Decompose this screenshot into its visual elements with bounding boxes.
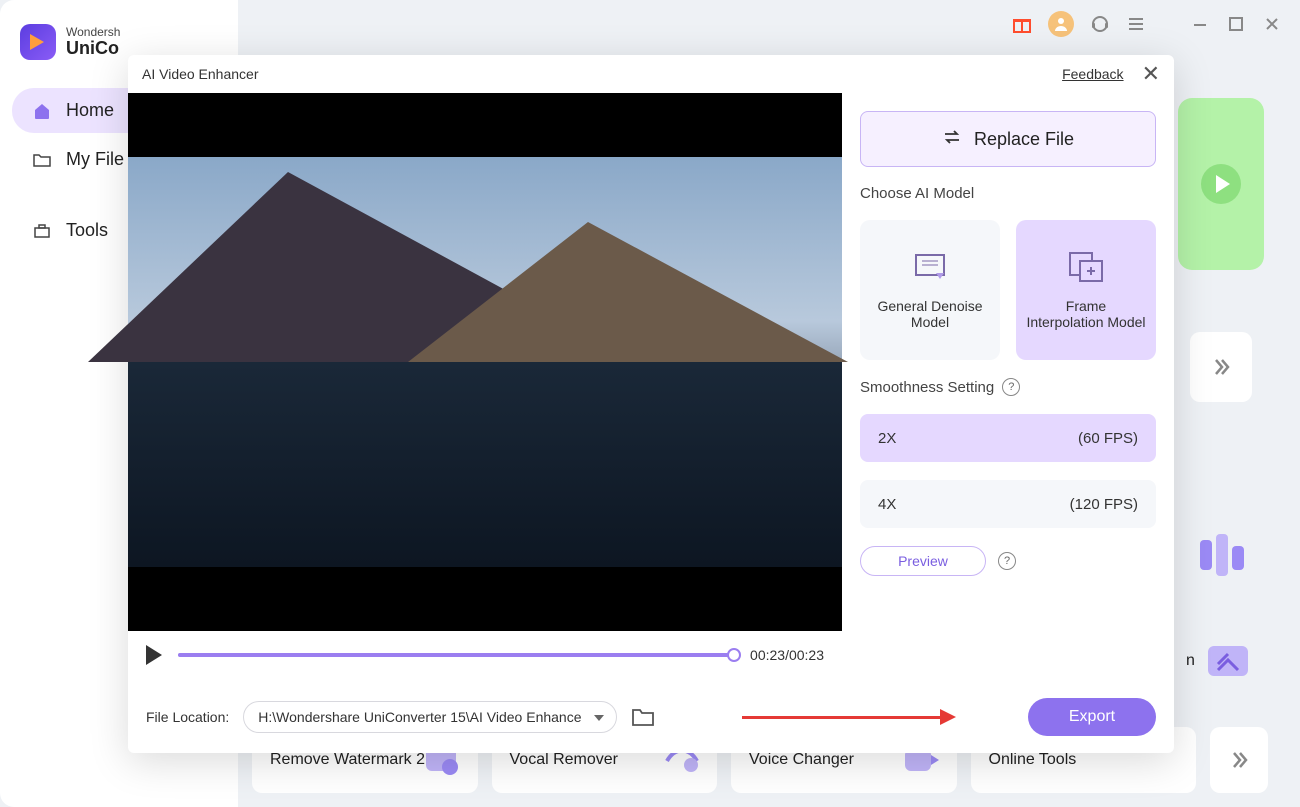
home-icon [32, 101, 52, 121]
background-chevron-card[interactable] [1190, 332, 1252, 402]
gift-icon[interactable] [1012, 14, 1032, 34]
sidebar-item-label: Home [66, 100, 114, 121]
model-card-label: Frame Interpolation Model [1026, 298, 1146, 330]
smooth-fps: (120 FPS) [1070, 496, 1138, 513]
modal-title: AI Video Enhancer [142, 66, 259, 82]
modal-footer: File Location: H:\Wondershare UniConvert… [128, 681, 1174, 753]
replace-file-label: Replace File [974, 129, 1074, 150]
model-card-label: General Denoise Model [870, 298, 990, 330]
maximize-icon[interactable] [1226, 14, 1246, 34]
ai-video-enhancer-modal: AI Video Enhancer Feedback ✕ 00:23/00:23 [128, 55, 1174, 753]
file-location-value: H:\Wondershare UniConverter 15\AI Video … [258, 709, 581, 725]
close-icon[interactable] [1262, 14, 1282, 34]
play-button[interactable] [146, 645, 162, 665]
annotation-arrow [669, 716, 1014, 719]
avatar-icon[interactable] [1048, 11, 1074, 37]
video-preview[interactable] [128, 93, 842, 631]
file-location-label: File Location: [146, 709, 229, 725]
close-icon[interactable]: ✕ [1142, 61, 1160, 87]
progress-handle[interactable] [727, 648, 741, 662]
background-card-green [1178, 98, 1264, 270]
menu-icon[interactable] [1126, 14, 1146, 34]
smoothness-label: Smoothness Setting ? [860, 378, 1156, 396]
open-folder-button[interactable] [631, 706, 655, 728]
smoothness-option-4x[interactable]: 4X (120 FPS) [860, 480, 1156, 528]
background-deco-icon [1192, 530, 1262, 590]
file-location-select[interactable]: H:\Wondershare UniConverter 15\AI Video … [243, 701, 617, 733]
smooth-mult: 2X [878, 430, 896, 447]
background-deco-icon: n [1192, 640, 1262, 700]
denoise-icon [912, 251, 948, 286]
choose-model-label: Choose AI Model [860, 185, 1156, 202]
interpolation-icon [1068, 251, 1104, 286]
model-card-interpolation[interactable]: Frame Interpolation Model [1016, 220, 1156, 360]
video-controls: 00:23/00:23 [128, 631, 842, 679]
swap-icon [942, 129, 962, 150]
preview-pane: 00:23/00:23 [128, 93, 842, 681]
toolbox-icon [32, 221, 52, 241]
brand-line1: Wondersh [66, 26, 120, 39]
tool-card-label: Vocal Remover [510, 751, 619, 769]
model-card-denoise[interactable]: General Denoise Model [860, 220, 1000, 360]
brand-line2: UniCo [66, 39, 120, 59]
export-button[interactable]: Export [1028, 698, 1156, 736]
settings-pane: Replace File Choose AI Model General Den… [842, 93, 1174, 681]
progress-bar[interactable] [178, 653, 734, 657]
bottom-chevron-button[interactable] [1210, 727, 1268, 793]
feedback-link[interactable]: Feedback [1062, 66, 1123, 82]
smooth-mult: 4X [878, 496, 896, 513]
folder-icon [32, 150, 52, 170]
time-display: 00:23/00:23 [750, 647, 824, 663]
modal-header: AI Video Enhancer Feedback ✕ [128, 55, 1174, 93]
brand-logo-icon [20, 24, 56, 60]
support-icon[interactable] [1090, 14, 1110, 34]
replace-file-button[interactable]: Replace File [860, 111, 1156, 167]
help-icon[interactable]: ? [1002, 378, 1020, 396]
smoothness-option-2x[interactable]: 2X (60 FPS) [860, 414, 1156, 462]
sidebar-item-label: My File [66, 149, 124, 170]
tool-card-label: Voice Changer [749, 751, 854, 769]
tool-card-label: Online Tools [989, 751, 1077, 769]
help-icon[interactable]: ? [998, 552, 1016, 570]
minimize-icon[interactable] [1190, 14, 1210, 34]
smooth-fps: (60 FPS) [1078, 430, 1138, 447]
preview-button[interactable]: Preview [860, 546, 986, 576]
